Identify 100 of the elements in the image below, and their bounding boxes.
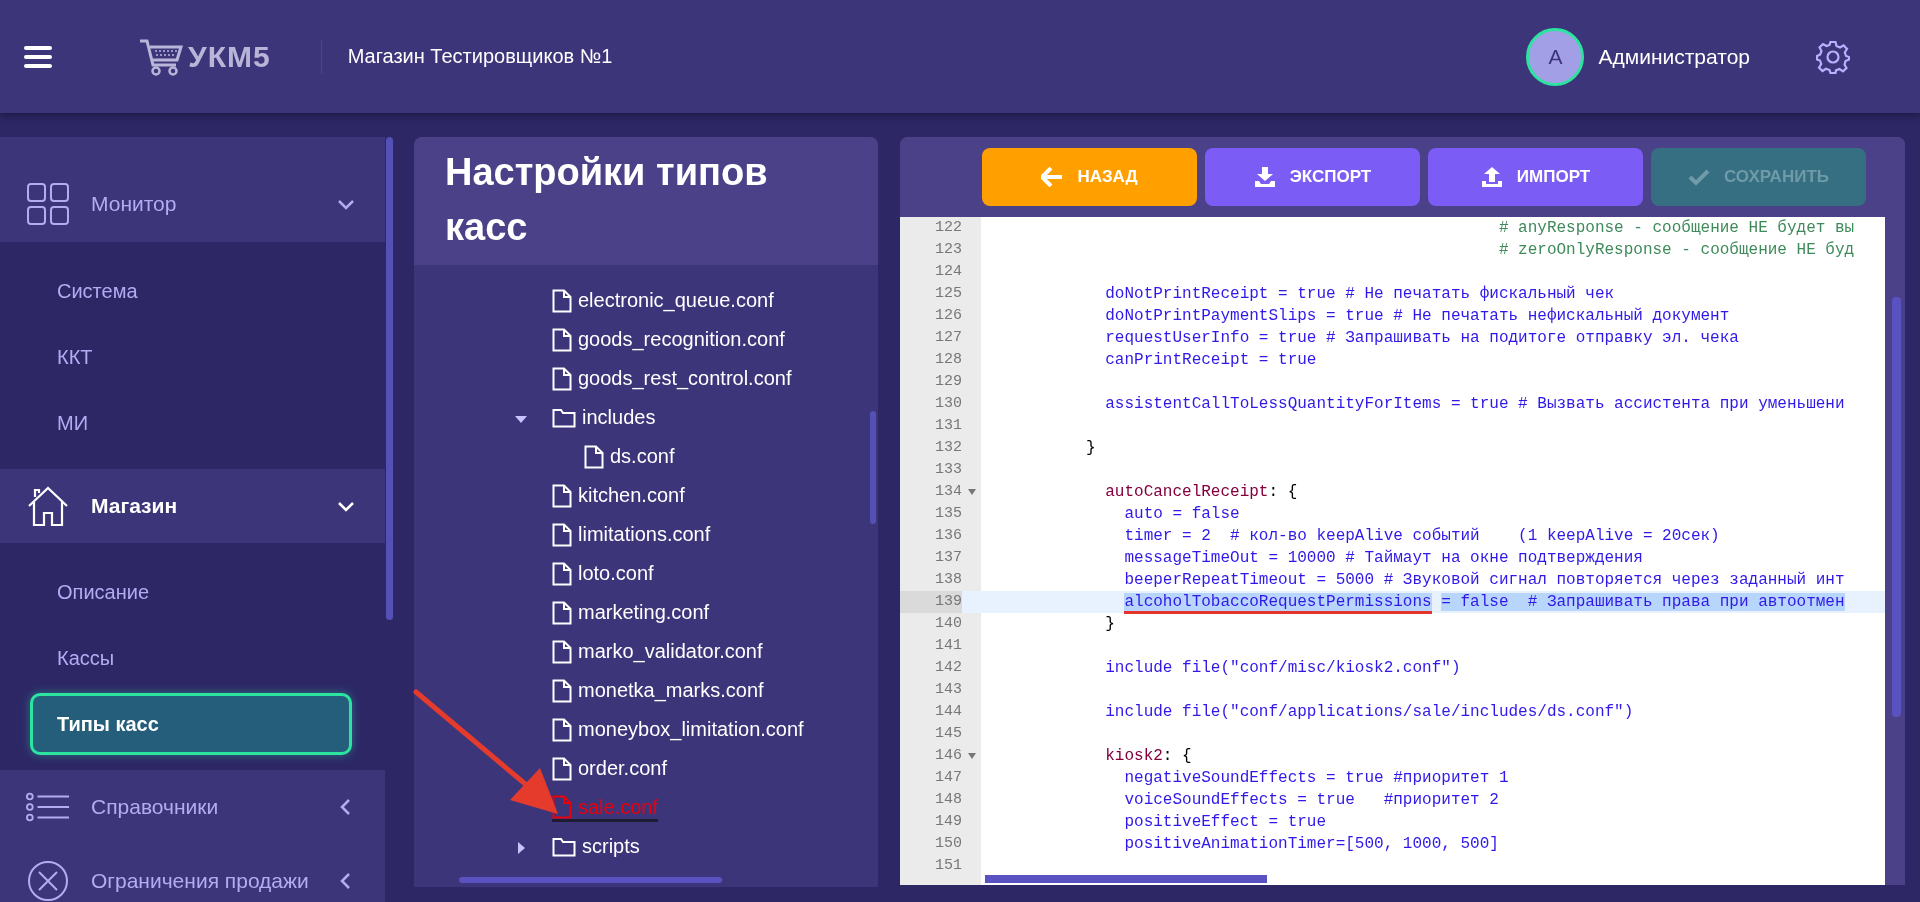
sidebar-item[interactable]: Система	[30, 279, 138, 303]
folder-icon	[552, 836, 576, 857]
line-number: 144	[934, 702, 962, 722]
file-icon	[552, 678, 572, 703]
code-line: assistentCallToLessQuantityForItems = true # Вызвать ассистента при уменьшени	[1104, 394, 1845, 415]
sidebar-group[interactable]: Монитор	[0, 137, 385, 242]
file-icon	[552, 366, 572, 391]
file-icon	[584, 444, 604, 469]
code-line: autoCancelReceipt: {	[1104, 482, 1298, 503]
tree-item[interactable]: goods_recognition.conf	[552, 327, 785, 354]
line-number: 126	[934, 306, 962, 326]
code-line: requestUserInfo = true # Запрашивать на подитоге отправку эл. чека	[1104, 328, 1739, 349]
logo-text: УКМ5	[188, 39, 271, 74]
store-name: Магазин Тестировщиков №1	[347, 45, 613, 68]
line-number: 133	[934, 460, 962, 480]
code-line: include file("conf/applications/sale/includes/ds.conf")	[1104, 702, 1634, 723]
code-line: kiosk2: {	[1104, 746, 1192, 767]
scrollbar-thumb[interactable]	[870, 411, 876, 524]
tree-item[interactable]: marketing.conf	[552, 600, 710, 627]
upload-icon	[1480, 166, 1503, 188]
sidebar-group[interactable]: Магазин	[0, 469, 385, 543]
menu-icon[interactable]	[24, 45, 52, 68]
code-line: beeperRepeatTimeout = 5000 # Звуковой сигнал повторяется через заданный инт	[1123, 570, 1845, 591]
code-line: # zeroOnlyResponse - сообщение НЕ буд	[1497, 240, 1855, 261]
line-number: 129	[934, 372, 962, 392]
line-number: 125	[934, 284, 962, 304]
toolbar-button[interactable]: ЭКСПОРТ	[1205, 148, 1420, 206]
scrollbar-thumb[interactable]	[459, 877, 722, 883]
code-editor[interactable]	[900, 217, 1885, 885]
grid-icon	[26, 182, 70, 225]
scrollbar-thumb[interactable]	[386, 137, 393, 620]
arrow-left-icon	[1041, 167, 1064, 187]
code-line: voiceSoundEffects = true #приоритет 2	[1123, 790, 1499, 811]
line-number: 138	[934, 570, 962, 590]
line-number: 122	[934, 218, 962, 238]
file-icon	[552, 600, 572, 625]
fold-icon[interactable]	[967, 753, 976, 759]
tree-item[interactable]: loto.conf	[552, 561, 654, 588]
sidebar-item[interactable]: ККТ	[30, 345, 93, 369]
sidebar-group-label: Монитор	[91, 191, 178, 216]
tree-item[interactable]: scripts	[552, 835, 640, 860]
checkmark-icon	[1688, 168, 1710, 186]
tree-item[interactable]: monetka_marks.conf	[552, 678, 764, 705]
file-icon	[552, 288, 572, 313]
tree-item[interactable]: moneybox_limitation.conf	[552, 717, 804, 744]
code-line: }	[1104, 614, 1115, 635]
tree-item[interactable]: order.conf	[552, 756, 667, 783]
panel-title: Настройки типов касс	[414, 137, 878, 265]
file-icon	[552, 561, 572, 586]
sidebar-item[interactable]: Описание	[30, 580, 150, 604]
file-icon	[552, 717, 572, 742]
code-line: # anyResponse - сообщение НЕ будет вы	[1497, 218, 1855, 239]
close-circle-icon	[26, 860, 70, 902]
line-number: 131	[934, 416, 962, 436]
scrollbar-thumb[interactable]	[1892, 297, 1901, 717]
tree-item[interactable]: limitations.conf	[552, 522, 711, 549]
file-icon	[552, 483, 572, 508]
user-name[interactable]: Администратор	[1598, 44, 1750, 69]
line-number: 141	[934, 636, 962, 656]
file-icon	[552, 522, 572, 547]
sidebar-group[interactable]: Ограничения продажи	[0, 844, 385, 902]
line-number: 147	[934, 768, 962, 788]
scrollbar-thumb[interactable]	[985, 875, 1267, 883]
fold-icon[interactable]	[967, 489, 976, 495]
sidebar-item[interactable]: Типы касс	[30, 693, 352, 755]
code-line: include file("conf/misc/kiosk2.conf")	[1104, 658, 1461, 679]
line-number: 150	[934, 834, 962, 854]
tree-item[interactable]: ds.conf	[584, 444, 675, 471]
sidebar-item[interactable]: Кассы	[30, 646, 115, 670]
line-number: 132	[934, 438, 962, 458]
code-line: auto = false	[1123, 504, 1240, 525]
sidebar-group[interactable]: Справочники	[0, 770, 385, 844]
line-number: 139	[900, 591, 962, 613]
settings-icon[interactable]	[1816, 39, 1850, 74]
sidebar-group-label: Ограничения продажи	[91, 869, 310, 893]
line-number: 146	[934, 746, 962, 766]
code-line: negativeSoundEffects = true #приоритет 1	[1123, 768, 1509, 789]
line-number: 123	[934, 240, 962, 260]
line-number: 149	[934, 812, 962, 832]
toolbar-button[interactable]: ИМПОРТ	[1428, 148, 1643, 206]
tree-item[interactable]: goods_rest_control.conf	[552, 366, 792, 393]
tree-item[interactable]: electronic_queue.conf	[552, 288, 774, 315]
user-avatar[interactable]: А	[1526, 27, 1585, 86]
line-number: 124	[934, 262, 962, 282]
code-line: canPrintReceipt = true	[1104, 350, 1317, 371]
line-number: 142	[934, 658, 962, 678]
line-number: 135	[934, 504, 962, 524]
code-line: doNotPrintPaymentSlips = true # Не печатать нефискальный документ	[1104, 306, 1730, 327]
tree-item[interactable]: kitchen.conf	[552, 483, 685, 510]
line-number: 128	[934, 350, 962, 370]
code-line: alcoholTobaccoRequestPermissions = false # Запрашивать права при автоотмен	[990, 591, 1845, 613]
sidebar-item[interactable]: МИ	[30, 411, 89, 435]
code-line: timer = 2 # кол-во keepAlive событий (1 keepAlive = 20сек)	[1123, 526, 1720, 547]
tree-item[interactable]: includes	[552, 406, 656, 431]
line-number: 145	[934, 724, 962, 744]
line-number: 130	[934, 394, 962, 414]
code-line: messageTimeOut = 10000 # Таймаут на окне подтверждения	[1123, 548, 1643, 569]
file-icon	[552, 327, 572, 352]
sidebar-group-label: Магазин	[91, 494, 179, 518]
tree-item[interactable]: marko_validator.conf	[552, 639, 763, 666]
